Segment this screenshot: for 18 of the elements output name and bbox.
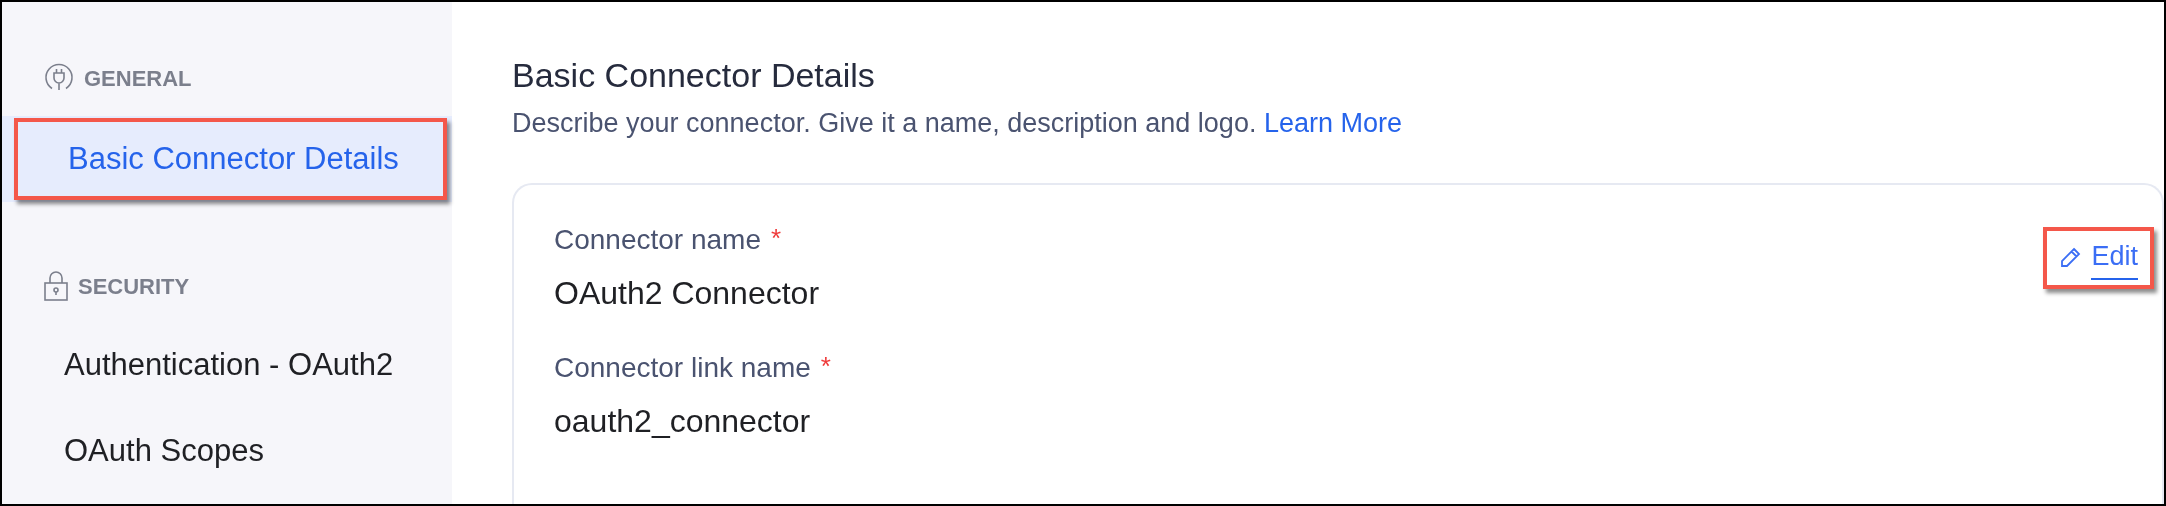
required-mark: * bbox=[771, 222, 782, 255]
field-value: OAuth2 Connector bbox=[554, 274, 821, 313]
field-value: oauth2_connector bbox=[554, 402, 812, 441]
edit-button[interactable]: Edit bbox=[2043, 227, 2154, 289]
page-title: Basic Connector Details bbox=[512, 55, 876, 96]
sidebar-item[interactable]: Authentication - OAuth2 bbox=[14, 342, 447, 382]
sidebar-item[interactable]: OAuth Scopes bbox=[14, 428, 447, 468]
lock-icon bbox=[44, 271, 68, 301]
plug-icon bbox=[44, 63, 74, 93]
required-mark: * bbox=[820, 350, 831, 383]
sidebar-item[interactable]: Basic Connector Details bbox=[14, 118, 447, 200]
field-label: Connector link name bbox=[554, 351, 811, 385]
page-description: Describe your connector. Give it a name, description and logo. Learn More bbox=[512, 106, 1403, 140]
field-label: Connector name bbox=[554, 223, 761, 257]
learn-more-link[interactable]: Learn More bbox=[1263, 107, 1402, 138]
section-heading: SECURITY bbox=[78, 272, 190, 301]
pencil-icon bbox=[2059, 247, 2082, 269]
section-heading: GENERAL bbox=[84, 64, 192, 93]
